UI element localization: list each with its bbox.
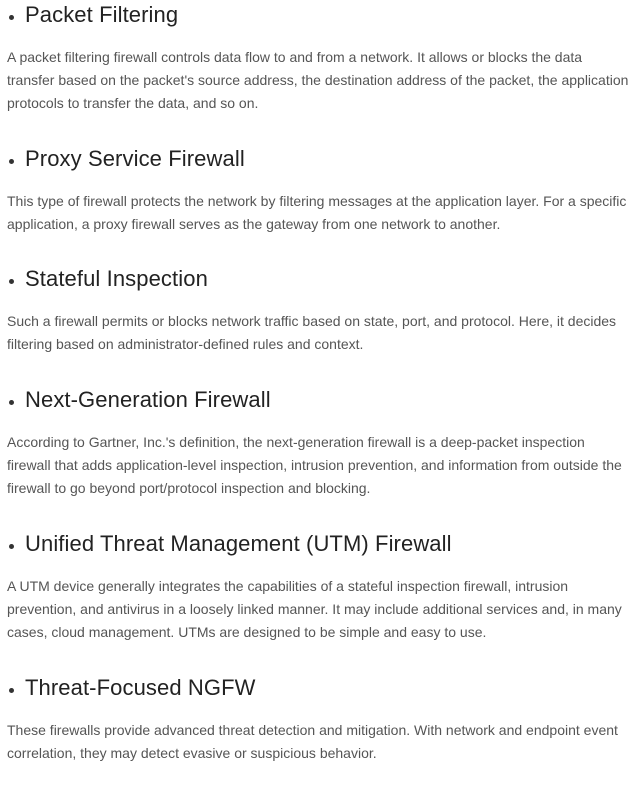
heading-text: Packet Filtering: [25, 2, 179, 27]
section-heading: Stateful Inspection: [0, 264, 208, 294]
heading-text: Proxy Service Firewall: [25, 146, 245, 171]
bullet-icon: [9, 687, 14, 693]
heading-text: Stateful Inspection: [25, 266, 208, 291]
heading-text: Next-Generation Firewall: [25, 387, 271, 412]
section-heading: Packet Filtering: [0, 0, 178, 30]
bullet-icon: [9, 14, 14, 20]
section-heading: Next-Generation Firewall: [0, 385, 271, 415]
bullet-icon: [9, 278, 14, 284]
section-heading: Proxy Service Firewall: [0, 144, 245, 174]
heading-text: Threat-Focused NGFW: [25, 675, 256, 700]
bullet-icon: [9, 543, 14, 549]
section-heading: Unified Threat Management (UTM) Firewall: [0, 529, 452, 559]
section-paragraph: A packet filtering firewall controls dat…: [7, 49, 629, 111]
section-paragraph: According to Gartner, Inc.'s definition,…: [7, 434, 622, 496]
bullet-icon: [9, 158, 14, 164]
section-paragraph: This type of firewall protects the netwo…: [7, 193, 627, 232]
bullet-icon: [9, 399, 14, 405]
section-paragraph: Such a firewall permits or blocks networ…: [7, 313, 617, 352]
heading-text: Unified Threat Management (UTM) Firewall: [25, 531, 452, 556]
section-paragraph: A UTM device generally integrates the ca…: [7, 578, 622, 640]
section-heading: Threat-Focused NGFW: [0, 673, 256, 703]
section-paragraph: These firewalls provide advanced threat …: [7, 722, 618, 761]
